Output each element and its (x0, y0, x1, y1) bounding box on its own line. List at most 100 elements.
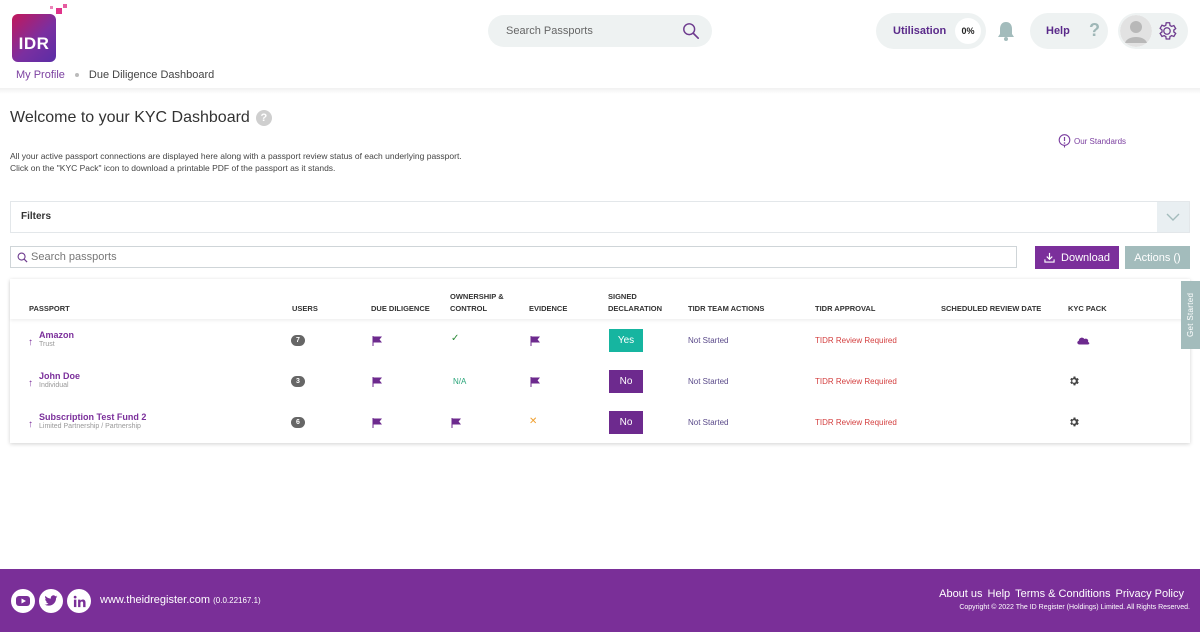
passport-cell[interactable]: Subscription Test Fund 2 Limited Partner… (39, 412, 146, 430)
passport-cell[interactable]: Amazon Trust (39, 330, 74, 348)
help-button[interactable]: Help ? (1030, 13, 1108, 49)
page-title: Welcome to your KYC Dashboard ? (10, 109, 272, 127)
col-passport[interactable]: PASSPORT (29, 303, 70, 315)
footer: www.theidregister.com (0.0.22167.1) Abou… (0, 569, 1200, 632)
col-users[interactable]: USERS (292, 303, 318, 315)
sort-arrow-icon[interactable]: ↑ (28, 419, 33, 430)
col-tidr-approval[interactable]: TIDR APPROVAL (815, 303, 875, 315)
declaration-badge-yes[interactable]: Yes (609, 329, 643, 352)
users-count-badge[interactable]: 6 (291, 417, 305, 428)
passports-search-input[interactable]: Search passports (10, 246, 1017, 268)
sort-arrow-icon[interactable]: ↑ (28, 378, 33, 389)
breadcrumb-my-profile[interactable]: My Profile (16, 69, 65, 81)
logo-mark: IDR (12, 14, 56, 62)
passport-name[interactable]: Amazon (39, 330, 74, 340)
table-row[interactable]: ↑ Amazon Trust 7 ✓ Yes Not Started TIDR … (10, 321, 1190, 362)
site-url-text: www.theidregister.com (100, 594, 211, 606)
search-placeholder: Search passports (31, 251, 117, 263)
users-count-badge[interactable]: 3 (291, 376, 305, 387)
filters-panel[interactable]: Filters (10, 201, 1190, 233)
x-mark-icon: ✕ (529, 416, 538, 427)
our-standards-link[interactable]: Our Standards (1058, 134, 1126, 148)
approval-status: TIDR Review Required (815, 418, 897, 427)
declaration-badge-no[interactable]: No (609, 411, 643, 434)
passport-type: Trust (39, 341, 55, 348)
intro-line-2: Click on the "KYC Pack" icon to download… (10, 163, 336, 173)
declaration-badge-no[interactable]: No (609, 370, 643, 393)
help-icon: ? (1089, 20, 1100, 40)
approval-status: TIDR Review Required (815, 336, 897, 345)
col-due-diligence[interactable]: DUE DILIGENCE (371, 303, 430, 315)
col-kyc-pack[interactable]: KYC PACK (1068, 303, 1107, 315)
passport-search-input[interactable]: Search Passports (488, 15, 712, 47)
approval-status: TIDR Review Required (815, 377, 897, 386)
flag-icon[interactable] (372, 418, 382, 428)
download-icon (1044, 252, 1055, 263)
download-button[interactable]: Download (1035, 246, 1119, 269)
check-icon: ✓ (451, 333, 460, 344)
col-evidence[interactable]: EVIDENCE (529, 303, 567, 315)
top-bar: IDR Search Passports Utilisation 0% Help… (0, 0, 1200, 62)
logo-decoration (56, 8, 62, 14)
passport-name[interactable]: John Doe (39, 371, 80, 381)
passport-name[interactable]: Subscription Test Fund 2 (39, 412, 146, 422)
avatar[interactable] (1120, 15, 1152, 47)
twitter-icon[interactable] (39, 589, 63, 613)
our-standards-label: Our Standards (1074, 136, 1127, 146)
actions-button[interactable]: Actions () (1125, 246, 1190, 269)
team-actions-status: Not Started (688, 418, 729, 427)
logo[interactable]: IDR (12, 4, 72, 62)
col-ownership[interactable]: OWNERSHIP & CONTROL (450, 291, 504, 315)
logo-decoration (63, 4, 67, 8)
utilisation-pill[interactable]: Utilisation 0% (876, 13, 986, 49)
table-row[interactable]: ↑ John Doe Individual 3 N/A No Not Start… (10, 362, 1190, 403)
gear-icon[interactable] (1068, 416, 1080, 428)
search-icon (17, 252, 28, 263)
settings-gear-icon[interactable] (1156, 20, 1178, 42)
linkedin-icon[interactable] (67, 589, 91, 613)
footer-links: About us Help Terms & Conditions Privacy… (939, 588, 1184, 600)
passports-table: PASSPORT USERS DUE DILIGENCE OWNERSHIP &… (10, 279, 1190, 443)
breadcrumb-current: Due Diligence Dashboard (88, 69, 215, 81)
app-version: (0.0.22167.1) (213, 596, 261, 605)
footer-link-terms[interactable]: Terms & Conditions (1015, 588, 1110, 600)
team-actions-status: Not Started (688, 336, 729, 345)
sort-arrow-icon[interactable]: ↑ (28, 337, 33, 348)
users-count-badge[interactable]: 7 (291, 335, 305, 346)
col-signed-declaration[interactable]: SIGNED DECLARATION (608, 291, 662, 315)
gear-icon[interactable] (1068, 375, 1080, 387)
site-url[interactable]: www.theidregister.com (0.0.22167.1) (100, 594, 261, 606)
col-ownership-line1: OWNERSHIP & (450, 292, 504, 301)
search-icon[interactable] (682, 22, 700, 40)
get-started-tab[interactable]: Get Started (1181, 281, 1200, 349)
page-title-text: Welcome to your KYC Dashboard (10, 109, 250, 126)
flag-icon[interactable] (451, 418, 461, 428)
breadcrumb: My Profile Due Diligence Dashboard (16, 69, 214, 81)
chevron-down-icon (1166, 213, 1180, 221)
footer-link-about[interactable]: About us (939, 588, 982, 600)
footer-link-privacy[interactable]: Privacy Policy (1116, 588, 1184, 600)
help-label: Help (1046, 25, 1070, 37)
team-actions-status: Not Started (688, 377, 729, 386)
user-menu[interactable] (1118, 13, 1188, 49)
copyright: Copyright © 2022 The ID Register (Holdin… (959, 604, 1190, 611)
passport-type: Limited Partnership / Partnership (39, 423, 141, 430)
table-header: PASSPORT USERS DUE DILIGENCE OWNERSHIP &… (10, 279, 1190, 319)
user-icon (1120, 15, 1152, 47)
table-row[interactable]: ↑ Subscription Test Fund 2 Limited Partn… (10, 403, 1190, 444)
cloud-icon[interactable] (1076, 335, 1090, 345)
filters-toggle[interactable] (1157, 202, 1189, 232)
col-tidr-team-actions[interactable]: TIDR TEAM ACTIONS (688, 303, 764, 315)
help-circle-icon[interactable]: ? (255, 110, 272, 126)
footer-link-help[interactable]: Help (988, 588, 1011, 600)
intro-text: All your active passport connections are… (10, 150, 462, 174)
filters-label: Filters (21, 211, 52, 222)
passport-cell[interactable]: John Doe Individual (39, 371, 80, 389)
col-scheduled-review-date[interactable]: SCHEDULED REVIEW DATE (941, 303, 1041, 315)
flag-icon[interactable] (372, 377, 382, 387)
flag-icon[interactable] (372, 336, 382, 346)
bell-icon[interactable] (996, 20, 1016, 42)
flag-icon[interactable] (530, 377, 540, 387)
flag-icon[interactable] (530, 336, 540, 346)
youtube-icon[interactable] (11, 589, 35, 613)
